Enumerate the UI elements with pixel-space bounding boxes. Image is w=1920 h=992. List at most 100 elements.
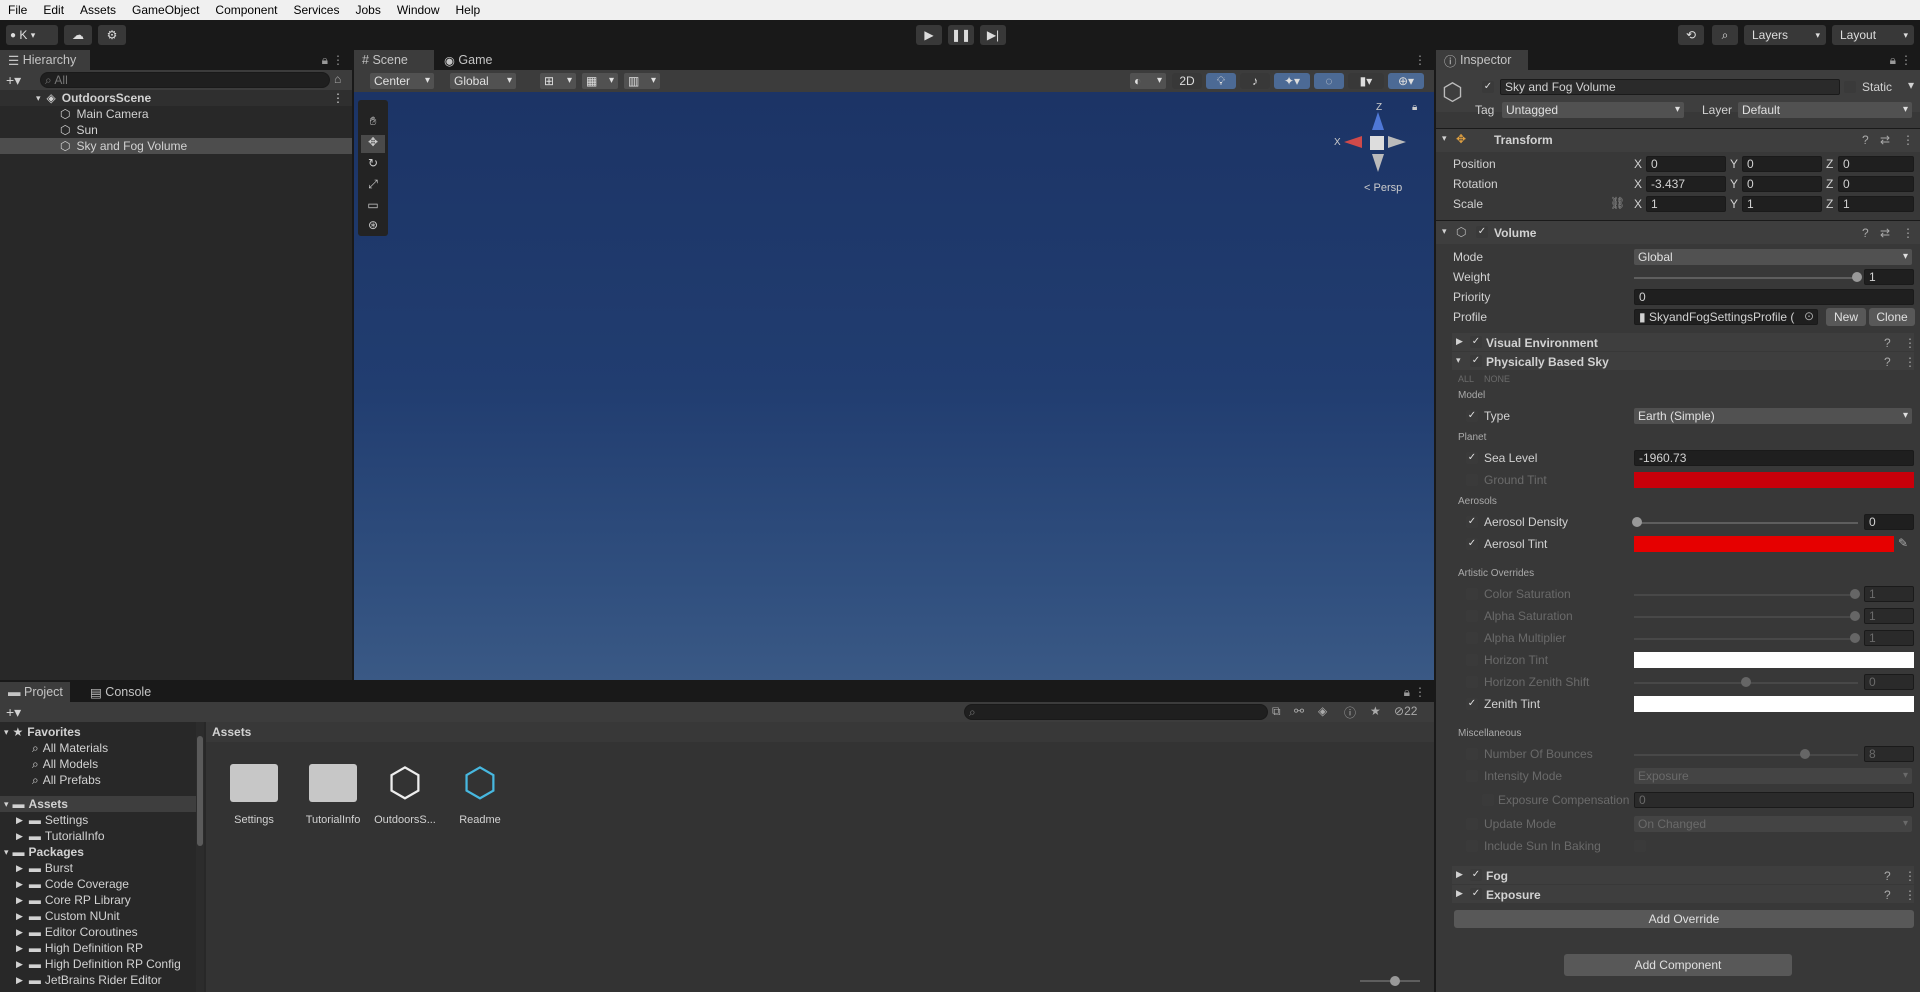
hidden-objects-toggle[interactable]: ◌ <box>1314 73 1344 89</box>
sea-level-input[interactable]: -1960.73 <box>1634 450 1914 466</box>
more-icon[interactable]: ⋮ <box>1904 869 1916 883</box>
alpha-mult-checkbox[interactable] <box>1466 632 1478 644</box>
all-toggle[interactable]: ALL <box>1458 374 1474 384</box>
add-icon[interactable]: +▾ <box>6 704 21 721</box>
menu-edit[interactable]: Edit <box>35 3 72 17</box>
camera-settings-dropdown[interactable]: ▮▾ <box>1348 73 1384 89</box>
color-sat-checkbox[interactable] <box>1466 588 1478 600</box>
cloud-button[interactable]: ☁ <box>64 25 92 45</box>
intensity-mode-dropdown[interactable]: Exposure <box>1634 768 1912 784</box>
more-icon[interactable]: ⋮ <box>1904 336 1916 350</box>
bounces-input[interactable]: 8 <box>1864 746 1914 762</box>
scene-viewport[interactable]: ✋︎ ✥ ↻ ⤢ ▭ ⊛ Z X 🔒︎ < Persp <box>354 92 1434 680</box>
rect-tool-icon[interactable]: ▭ <box>363 198 383 216</box>
position-z-input[interactable]: 0 <box>1838 156 1914 172</box>
horizon-tint-swatch[interactable] <box>1634 652 1914 668</box>
active-checkbox[interactable]: ✓ <box>1482 81 1494 93</box>
static-checkbox[interactable] <box>1844 81 1856 93</box>
grid-snap-toggle[interactable]: ▦ <box>582 73 618 89</box>
horizon-shift-checkbox[interactable] <box>1466 676 1478 688</box>
include-sun-checkbox[interactable] <box>1634 840 1646 852</box>
rotation-z-input[interactable]: 0 <box>1838 176 1914 192</box>
scale-z-input[interactable]: 1 <box>1838 196 1914 212</box>
chevron-down-icon[interactable]: ▾ <box>1908 78 1914 92</box>
search-button[interactable]: ⌕ <box>1712 25 1738 45</box>
tree-item-package[interactable]: ▶ ▬ High Definition RP Config <box>0 956 196 972</box>
color-sat-input[interactable]: 1 <box>1864 586 1914 602</box>
rotate-tool-icon[interactable]: ↻ <box>363 156 383 174</box>
gizmos-dropdown[interactable]: ⊕▾ <box>1388 73 1424 89</box>
profile-field[interactable]: ▮ SkyandFogSettingsProfile ( <box>1634 309 1818 325</box>
bounces-checkbox[interactable] <box>1466 748 1478 760</box>
add-icon[interactable]: +▾ <box>6 72 21 89</box>
favorites-header[interactable]: ▾ ★ Favorites <box>0 724 196 740</box>
menu-file[interactable]: File <box>0 3 35 17</box>
menu-gameobject[interactable]: GameObject <box>124 3 207 17</box>
assets-header[interactable]: ▾ ▬ Assets <box>0 796 196 812</box>
help-icon[interactable]: ? <box>1862 133 1869 147</box>
more-icon[interactable]: ⋮ <box>1904 888 1916 902</box>
ground-tint-checkbox[interactable] <box>1466 474 1478 486</box>
asset-outdoors-scene[interactable]: ⬡ OutdoorsS... <box>372 758 438 838</box>
none-toggle[interactable]: NONE <box>1484 374 1510 384</box>
color-sat-slider[interactable] <box>1634 594 1858 596</box>
hierarchy-item-main-camera[interactable]: ⬡ Main Camera <box>0 106 352 122</box>
rotation-x-input[interactable]: -3.437 <box>1646 176 1726 192</box>
object-name-input[interactable]: Sky and Fog Volume <box>1500 79 1840 95</box>
exposure-comp-checkbox[interactable] <box>1482 794 1494 806</box>
bounces-slider[interactable] <box>1634 754 1858 756</box>
menu-window[interactable]: Window <box>389 3 448 17</box>
update-mode-dropdown[interactable]: On Changed <box>1634 816 1912 832</box>
tag-dropdown[interactable]: Untagged <box>1502 102 1684 118</box>
more-icon[interactable]: ⋮ <box>1414 685 1426 699</box>
menu-services[interactable]: Services <box>285 3 347 17</box>
tree-item-package[interactable]: ▶ ▬ JetBrains Rider Editor <box>0 972 196 988</box>
horizon-tint-checkbox[interactable] <box>1466 654 1478 666</box>
alpha-sat-knob[interactable] <box>1850 611 1860 621</box>
asset-settings[interactable]: Settings <box>226 758 282 838</box>
tree-item-package[interactable]: ▶ ▬ Core RP Library <box>0 892 196 908</box>
tab-scene[interactable]: # Scene <box>354 50 434 70</box>
increment-snap-toggle[interactable]: ▥ <box>624 73 660 89</box>
effects-dropdown[interactable]: ✦▾ <box>1274 73 1310 89</box>
gizmo-center[interactable] <box>1370 136 1384 150</box>
tree-item-tutorialinfo[interactable]: ▶ ▬ TutorialInfo <box>0 828 196 844</box>
project-search-input[interactable]: ⌕ <box>964 704 1268 720</box>
lighting-toggle[interactable]: 💡︎ <box>1206 73 1236 89</box>
weight-input[interactable]: 1 <box>1864 269 1914 285</box>
menu-help[interactable]: Help <box>448 3 489 17</box>
alpha-mult-slider[interactable] <box>1634 638 1858 640</box>
more-icon[interactable]: ⋮ <box>1902 226 1914 240</box>
tree-item-package[interactable]: ▶ ▬ Custom NUnit <box>0 908 196 924</box>
tab-console[interactable]: ▤ Console <box>82 682 162 702</box>
scrollbar-thumb[interactable] <box>197 736 203 846</box>
fog-checkbox[interactable]: ✓ <box>1470 869 1482 881</box>
tree-item-package[interactable]: ▶ ▬ Burst <box>0 860 196 876</box>
step-button[interactable]: ▶| <box>980 25 1006 45</box>
lock-icon[interactable]: 🔒︎ <box>1890 53 1896 68</box>
preset-icon[interactable]: ⇄ <box>1880 226 1890 240</box>
tree-item-all-prefabs[interactable]: ⌕ All Prefabs <box>0 772 196 788</box>
priority-input[interactable]: 0 <box>1634 289 1914 305</box>
gizmo-neg-z-axis[interactable] <box>1372 154 1384 172</box>
draw-mode-dropdown[interactable]: ◐ <box>1130 73 1166 89</box>
weight-slider-knob[interactable] <box>1852 272 1862 282</box>
layers-dropdown[interactable]: Layers ▾ <box>1744 25 1826 45</box>
volume-enabled-checkbox[interactable]: ✓ <box>1476 226 1488 238</box>
intensity-mode-checkbox[interactable] <box>1466 770 1478 782</box>
alpha-sat-checkbox[interactable] <box>1466 610 1478 622</box>
add-override-button[interactable]: Add Override <box>1454 910 1914 928</box>
help-icon[interactable]: ? <box>1884 336 1891 350</box>
audio-toggle[interactable]: ♪ <box>1240 73 1270 89</box>
more-icon[interactable]: ⋮ <box>1414 53 1426 67</box>
play-button[interactable]: ▶ <box>916 25 942 45</box>
aerosol-density-knob[interactable] <box>1632 517 1642 527</box>
persp-label[interactable]: < Persp <box>1364 182 1402 194</box>
zenith-tint-checkbox[interactable]: ✓ <box>1466 698 1478 710</box>
scene-row[interactable]: ▾ ◈ OutdoorsScene ⋮ <box>0 90 352 106</box>
snap-toggle[interactable]: ⊞ <box>540 73 576 89</box>
pbs-checkbox[interactable]: ✓ <box>1470 355 1482 367</box>
aerosol-density-checkbox[interactable]: ✓ <box>1466 516 1478 528</box>
gizmo-neg-x-axis[interactable] <box>1388 136 1406 148</box>
info-icon[interactable]: ⓘ <box>1344 704 1356 721</box>
